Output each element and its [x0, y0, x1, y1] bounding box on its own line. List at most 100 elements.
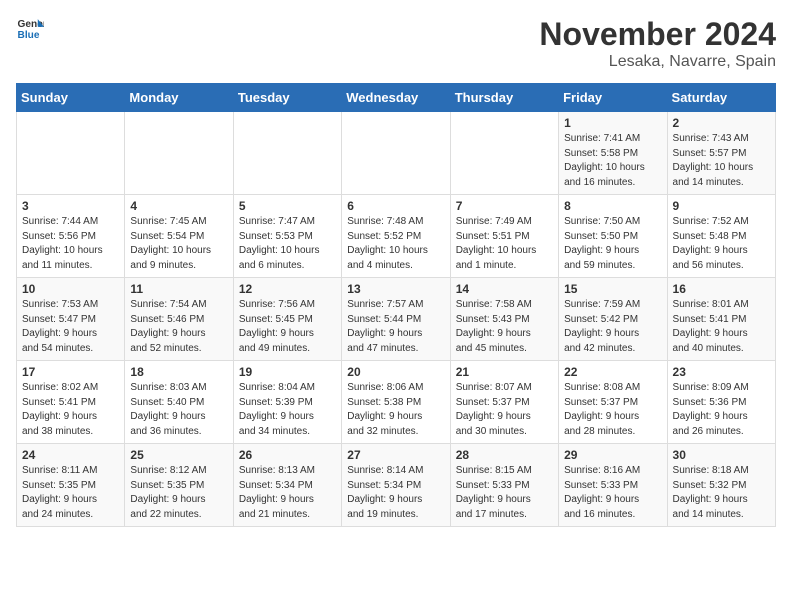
day-info: Sunrise: 7:57 AM Sunset: 5:44 PM Dayligh…	[347, 298, 444, 356]
calendar-cell: 9Sunrise: 7:52 AM Sunset: 5:48 PM Daylig…	[667, 195, 775, 278]
weekday-header: Wednesday	[342, 84, 450, 112]
calendar-cell: 18Sunrise: 8:03 AM Sunset: 5:40 PM Dayli…	[125, 361, 233, 444]
weekday-header: Friday	[559, 84, 667, 112]
calendar-cell: 1 Sunrise: 7:41 AM Sunset: 5:58 PM Daylig…	[559, 112, 667, 195]
day-number: 24	[22, 448, 119, 462]
calendar-cell	[342, 112, 450, 195]
calendar-cell: 5 Sunrise: 7:47 AM Sunset: 5:53 PM Daylig…	[233, 195, 341, 278]
day-number: 27	[347, 448, 444, 462]
calendar-cell: 8Sunrise: 7:50 AM Sunset: 5:50 PM Daylig…	[559, 195, 667, 278]
day-info: Sunrise: 8:11 AM Sunset: 5:35 PM Dayligh…	[22, 464, 119, 522]
calendar-week-row: 17Sunrise: 8:02 AM Sunset: 5:41 PM Dayli…	[17, 361, 776, 444]
day-info: Sunrise: 8:06 AM Sunset: 5:38 PM Dayligh…	[347, 381, 444, 439]
day-number: 6	[347, 199, 444, 213]
calendar-week-row: 1 Sunrise: 7:41 AM Sunset: 5:58 PM Daylig…	[17, 112, 776, 195]
calendar-cell: 2 Sunrise: 7:43 AM Sunset: 5:57 PM Daylig…	[667, 112, 775, 195]
calendar-cell: 15Sunrise: 7:59 AM Sunset: 5:42 PM Dayli…	[559, 278, 667, 361]
calendar-cell: 27 Sunrise: 8:14 AM Sunset: 5:34 PM Dayli…	[342, 444, 450, 527]
day-info: Sunrise: 8:07 AM Sunset: 5:37 PM Dayligh…	[456, 381, 553, 439]
calendar-cell: 29Sunrise: 8:16 AM Sunset: 5:33 PM Dayli…	[559, 444, 667, 527]
calendar-cell: 6 Sunrise: 7:48 AM Sunset: 5:52 PM Daylig…	[342, 195, 450, 278]
day-number: 28	[456, 448, 553, 462]
day-info: Sunrise: 7:45 AM Sunset: 5:54 PM Dayligh…	[130, 215, 227, 273]
day-info: Sunrise: 7:47 AM Sunset: 5:53 PM Dayligh…	[239, 215, 336, 273]
day-info: Sunrise: 7:43 AM Sunset: 5:57 PM Dayligh…	[673, 132, 770, 190]
day-info: Sunrise: 7:53 AM Sunset: 5:47 PM Dayligh…	[22, 298, 119, 356]
calendar-cell: 24 Sunrise: 8:11 AM Sunset: 5:35 PM Dayli…	[17, 444, 125, 527]
day-info: Sunrise: 8:12 AM Sunset: 5:35 PM Dayligh…	[130, 464, 227, 522]
day-number: 12	[239, 282, 336, 296]
weekday-header: Thursday	[450, 84, 558, 112]
calendar-cell: 23 Sunrise: 8:09 AM Sunset: 5:36 PM Dayli…	[667, 361, 775, 444]
calendar-cell: 11 Sunrise: 7:54 AM Sunset: 5:46 PM Dayli…	[125, 278, 233, 361]
day-info: Sunrise: 7:59 AM Sunset: 5:42 PM Dayligh…	[564, 298, 661, 356]
day-number: 19	[239, 365, 336, 379]
calendar-week-row: 10 Sunrise: 7:53 AM Sunset: 5:47 PM Dayli…	[17, 278, 776, 361]
location-subtitle: Lesaka, Navarre, Spain	[539, 53, 776, 71]
day-info: Sunrise: 7:56 AM Sunset: 5:45 PM Dayligh…	[239, 298, 336, 356]
day-info: Sunrise: 8:09 AM Sunset: 5:36 PM Dayligh…	[673, 381, 770, 439]
day-number: 8	[564, 199, 661, 213]
calendar-cell: 4 Sunrise: 7:45 AM Sunset: 5:54 PM Daylig…	[125, 195, 233, 278]
day-number: 2	[673, 116, 770, 130]
calendar-cell	[125, 112, 233, 195]
day-number: 16	[673, 282, 770, 296]
day-number: 10	[22, 282, 119, 296]
day-number: 5	[239, 199, 336, 213]
page-header: General Blue November 2024 Lesaka, Navar…	[16, 16, 776, 71]
svg-text:Blue: Blue	[18, 30, 40, 41]
day-info: Sunrise: 8:08 AM Sunset: 5:37 PM Dayligh…	[564, 381, 661, 439]
weekday-header: Monday	[125, 84, 233, 112]
day-info: Sunrise: 7:58 AM Sunset: 5:43 PM Dayligh…	[456, 298, 553, 356]
day-number: 13	[347, 282, 444, 296]
calendar-cell: 10 Sunrise: 7:53 AM Sunset: 5:47 PM Dayli…	[17, 278, 125, 361]
day-number: 21	[456, 365, 553, 379]
calendar-cell: 14 Sunrise: 7:58 AM Sunset: 5:43 PM Dayli…	[450, 278, 558, 361]
day-number: 25	[130, 448, 227, 462]
day-number: 1	[564, 116, 661, 130]
calendar-cell: 3Sunrise: 7:44 AM Sunset: 5:56 PM Daylig…	[17, 195, 125, 278]
day-number: 11	[130, 282, 227, 296]
day-info: Sunrise: 8:15 AM Sunset: 5:33 PM Dayligh…	[456, 464, 553, 522]
calendar-cell: 17Sunrise: 8:02 AM Sunset: 5:41 PM Dayli…	[17, 361, 125, 444]
day-info: Sunrise: 8:01 AM Sunset: 5:41 PM Dayligh…	[673, 298, 770, 356]
calendar-cell	[233, 112, 341, 195]
day-number: 7	[456, 199, 553, 213]
day-info: Sunrise: 8:13 AM Sunset: 5:34 PM Dayligh…	[239, 464, 336, 522]
day-info: Sunrise: 8:02 AM Sunset: 5:41 PM Dayligh…	[22, 381, 119, 439]
day-number: 29	[564, 448, 661, 462]
weekday-header: Saturday	[667, 84, 775, 112]
calendar-table: SundayMondayTuesdayWednesdayThursdayFrid…	[16, 83, 776, 527]
day-number: 30	[673, 448, 770, 462]
day-info: Sunrise: 7:49 AM Sunset: 5:51 PM Dayligh…	[456, 215, 553, 273]
calendar-cell: 26 Sunrise: 8:13 AM Sunset: 5:34 PM Dayli…	[233, 444, 341, 527]
logo-icon: General Blue	[16, 16, 44, 44]
calendar-cell: 7 Sunrise: 7:49 AM Sunset: 5:51 PM Daylig…	[450, 195, 558, 278]
day-info: Sunrise: 8:18 AM Sunset: 5:32 PM Dayligh…	[673, 464, 770, 522]
calendar-cell: 16 Sunrise: 8:01 AM Sunset: 5:41 PM Dayli…	[667, 278, 775, 361]
day-number: 23	[673, 365, 770, 379]
weekday-header: Tuesday	[233, 84, 341, 112]
calendar-cell: 28 Sunrise: 8:15 AM Sunset: 5:33 PM Dayli…	[450, 444, 558, 527]
calendar-cell: 12 Sunrise: 7:56 AM Sunset: 5:45 PM Dayli…	[233, 278, 341, 361]
day-number: 20	[347, 365, 444, 379]
calendar-week-row: 24 Sunrise: 8:11 AM Sunset: 5:35 PM Dayli…	[17, 444, 776, 527]
day-number: 9	[673, 199, 770, 213]
day-number: 18	[130, 365, 227, 379]
weekday-header: Sunday	[17, 84, 125, 112]
day-info: Sunrise: 8:04 AM Sunset: 5:39 PM Dayligh…	[239, 381, 336, 439]
day-number: 4	[130, 199, 227, 213]
day-info: Sunrise: 7:54 AM Sunset: 5:46 PM Dayligh…	[130, 298, 227, 356]
calendar-cell: 13 Sunrise: 7:57 AM Sunset: 5:44 PM Dayli…	[342, 278, 450, 361]
title-area: November 2024 Lesaka, Navarre, Spain	[539, 16, 776, 71]
calendar-cell: 22Sunrise: 8:08 AM Sunset: 5:37 PM Dayli…	[559, 361, 667, 444]
day-info: Sunrise: 8:14 AM Sunset: 5:34 PM Dayligh…	[347, 464, 444, 522]
day-info: Sunrise: 7:48 AM Sunset: 5:52 PM Dayligh…	[347, 215, 444, 273]
day-number: 14	[456, 282, 553, 296]
calendar-week-row: 3Sunrise: 7:44 AM Sunset: 5:56 PM Daylig…	[17, 195, 776, 278]
day-number: 26	[239, 448, 336, 462]
day-info: Sunrise: 7:41 AM Sunset: 5:58 PM Dayligh…	[564, 132, 661, 190]
logo: General Blue	[16, 16, 44, 44]
calendar-cell: 21 Sunrise: 8:07 AM Sunset: 5:37 PM Dayli…	[450, 361, 558, 444]
calendar-cell: 19 Sunrise: 8:04 AM Sunset: 5:39 PM Dayli…	[233, 361, 341, 444]
